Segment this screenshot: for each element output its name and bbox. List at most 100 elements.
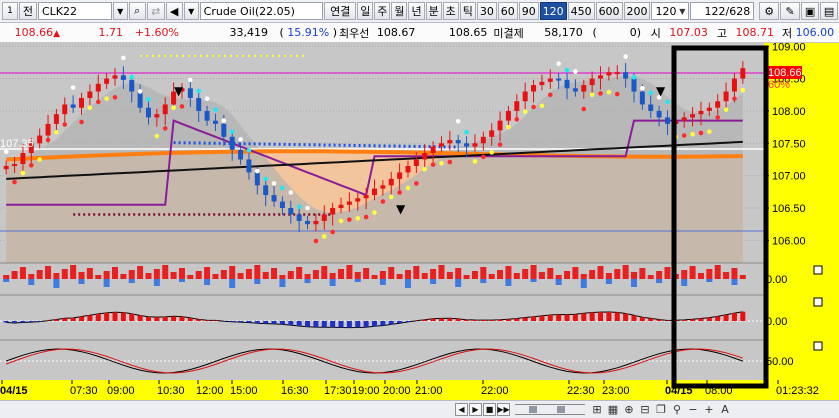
sound-dropdown-icon[interactable]: ▼ <box>183 2 199 20</box>
volume-bar <box>296 267 303 279</box>
volume-bar <box>706 269 713 279</box>
minute-button[interactable]: 분 <box>425 2 442 20</box>
copy-icon[interactable]: ❐ <box>653 403 669 417</box>
candle-body <box>37 135 43 144</box>
zoom-out-icon[interactable]: − <box>685 403 701 417</box>
volume-bar <box>145 273 152 279</box>
volume-bar <box>413 266 420 279</box>
period-30-button[interactable]: 30 <box>476 2 497 20</box>
sar-dot <box>589 92 595 98</box>
panel-menu-icon-3[interactable] <box>813 341 823 351</box>
scroll-thumb-2[interactable] <box>557 406 565 413</box>
candle-body <box>413 159 419 166</box>
chart-tools-icon[interactable]: ⚙ <box>759 2 780 20</box>
volume-bar <box>630 272 637 279</box>
volume-bar-neg <box>3 279 10 282</box>
volume-bar <box>137 266 144 279</box>
macd-hist-neg <box>296 321 302 327</box>
volume-bar <box>354 272 361 279</box>
tick-button[interactable]: 틱 <box>459 2 476 20</box>
volume-bar <box>329 273 336 279</box>
sar-dot <box>179 104 185 109</box>
candle-body <box>514 101 520 111</box>
volume-bar <box>162 265 169 279</box>
sar-dot <box>95 99 101 105</box>
candle-body <box>455 140 461 144</box>
candle-body <box>581 85 587 92</box>
price-chart[interactable]: ▼ ▼ ▼ 107.35 109.00108.50108.00107.50107… <box>0 43 839 400</box>
month-button[interactable]: 월 <box>391 2 408 20</box>
chart-scrollbar[interactable] <box>515 404 585 415</box>
sar-dot <box>623 54 628 59</box>
volume-bar <box>212 274 219 279</box>
scroll-left-icon[interactable]: ◀ <box>455 403 468 416</box>
candle-body <box>137 91 143 108</box>
volume-bar <box>404 270 411 279</box>
zoom-icon[interactable]: ⚲ <box>669 403 685 417</box>
sound-icon[interactable]: ◀ <box>165 2 183 20</box>
compare-icon[interactable]: ⇄ <box>146 2 165 20</box>
volume-bar <box>723 272 730 279</box>
macd-hist-pos <box>120 312 126 321</box>
macd-hist-neg <box>380 321 386 326</box>
macd-hist-pos <box>505 319 511 321</box>
period-120-button[interactable]: 120 <box>539 2 567 20</box>
sar-dot <box>715 115 721 120</box>
volume-bar <box>714 265 721 279</box>
year-button[interactable]: 년 <box>408 2 425 20</box>
macd-hist-pos <box>556 314 562 321</box>
grid-icon[interactable]: ▦ <box>605 403 621 417</box>
sar-dot <box>481 154 486 160</box>
period-200-button[interactable]: 200 <box>623 2 651 20</box>
ruler-icon[interactable]: ⊟ <box>637 403 653 417</box>
crosshair-icon[interactable]: ⊕ <box>621 403 637 417</box>
volume-bar <box>430 269 437 279</box>
best-ask-label: 최우선 <box>339 26 370 40</box>
symbol-input[interactable]: CLK22 <box>37 2 112 20</box>
macd-hist-pos <box>664 320 670 321</box>
volume-bar <box>204 267 211 279</box>
add-row-icon[interactable]: ⊞ <box>589 403 605 417</box>
save-icon[interactable]: ▣ <box>801 2 820 20</box>
sar-dot <box>372 210 377 215</box>
candle-body <box>698 110 704 115</box>
volume-bar-neg <box>128 279 135 283</box>
volume-bar <box>321 266 328 279</box>
volume-bar <box>128 270 135 279</box>
candle-body <box>53 114 59 124</box>
draw-tools-icon[interactable]: ✎ <box>780 2 801 20</box>
link-button[interactable]: 연결 <box>324 2 357 20</box>
font-size-icon[interactable]: A <box>717 403 733 417</box>
scroll-thumb[interactable] <box>529 406 537 413</box>
symbol-dropdown-icon[interactable]: ▼ <box>112 2 128 20</box>
volume-bar <box>446 272 453 279</box>
volume-bar-neg <box>254 279 261 284</box>
panel-menu-icon[interactable] <box>813 265 823 275</box>
stop-icon[interactable]: ■ <box>483 403 496 416</box>
macd-hist-pos <box>112 312 118 321</box>
prev-button[interactable]: 전 <box>18 2 37 20</box>
window-icon[interactable]: ▤ <box>820 2 839 20</box>
period-450-button[interactable]: 450 <box>567 2 595 20</box>
search-icon[interactable]: ⌕ <box>128 2 146 20</box>
week-button[interactable]: 주 <box>374 2 391 20</box>
day-button[interactable]: 일 <box>357 2 374 20</box>
play-icon[interactable]: ▶ <box>469 403 482 416</box>
volume-bar-neg <box>78 279 85 284</box>
fast-forward-icon[interactable]: ▶▶ <box>497 403 510 416</box>
count-field[interactable]: 122 /628 <box>690 2 755 20</box>
sar-dot <box>363 214 369 220</box>
volume-bar-neg <box>455 279 462 287</box>
panel-menu-icon-2[interactable] <box>813 297 823 307</box>
macd-hist-pos <box>79 316 85 321</box>
macd-hist-pos <box>87 315 93 321</box>
zoom-in-icon[interactable]: + <box>701 403 717 417</box>
candle-body <box>598 75 604 79</box>
list-number-icon[interactable]: 1 <box>2 2 18 20</box>
sar-dot <box>648 90 654 96</box>
period-select[interactable]: 120 ▼ <box>651 2 690 20</box>
period-90-button[interactable]: 90 <box>518 2 539 20</box>
period-60-button[interactable]: 60 <box>497 2 518 20</box>
second-button[interactable]: 초 <box>442 2 459 20</box>
period-600-button[interactable]: 600 <box>595 2 623 20</box>
